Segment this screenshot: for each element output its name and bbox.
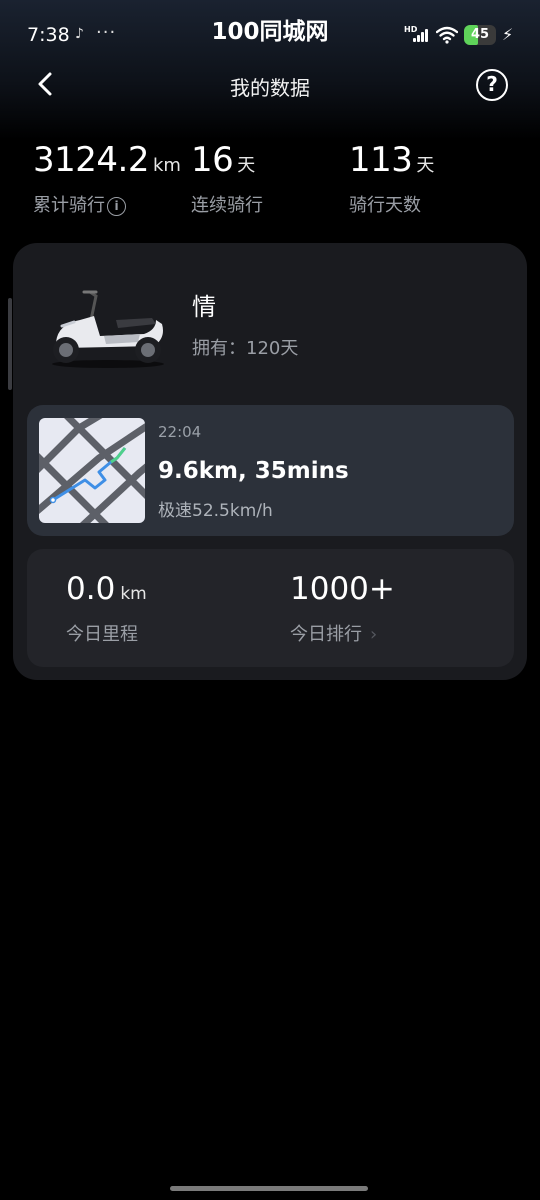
- stat-unit: 天: [237, 155, 256, 176]
- stat-total-distance: 3124.2 km 累计骑行 i: [33, 140, 181, 216]
- home-indicator[interactable]: [170, 1186, 368, 1191]
- scooter-image[interactable]: [44, 286, 168, 370]
- battery-level: 45: [470, 27, 490, 42]
- signal-icon: [411, 28, 429, 42]
- today-stats-card: 0.0 km 今日里程 1000+ 今日排行 ›: [27, 549, 514, 667]
- vehicle-owned-days: 拥有：120天: [192, 338, 299, 359]
- stat-riding-days: 113 天 骑行天数: [349, 140, 435, 216]
- vehicle-name: 情: [192, 293, 216, 321]
- watermark: 100同城网: [211, 19, 329, 45]
- today-distance-label: 今日里程: [66, 624, 138, 645]
- today-distance-value: 0.0: [66, 571, 116, 607]
- today-rank-link[interactable]: 今日排行 ›: [290, 620, 377, 646]
- charging-icon: ⚡: [502, 25, 514, 44]
- wifi-icon: [436, 26, 458, 44]
- help-icon[interactable]: ?: [476, 69, 508, 101]
- today-rank-label: 今日排行: [290, 624, 362, 645]
- today-rank-value[interactable]: 1000+: [290, 571, 395, 607]
- stat-streak-days: 16 天 连续骑行: [191, 140, 263, 216]
- today-distance: 0.0 km: [66, 571, 147, 607]
- stat-unit: km: [152, 155, 181, 176]
- stat-value: 16: [191, 140, 234, 180]
- today-distance-unit: km: [120, 584, 147, 604]
- stat-value: 113: [349, 140, 413, 180]
- edge-handle[interactable]: [8, 298, 12, 390]
- stat-value: 3124.2: [33, 140, 149, 180]
- stat-label: 骑行天数: [349, 195, 421, 216]
- battery-icon: 45: [464, 25, 496, 45]
- stat-unit: 天: [416, 155, 435, 176]
- trip-summary: 9.6km, 35mins: [158, 458, 349, 484]
- chevron-right-icon: ›: [370, 624, 378, 645]
- trip-time: 22:04: [158, 423, 202, 441]
- route-map: [39, 418, 145, 523]
- trip-card[interactable]: 22:04 9.6km, 35mins 极速52.5km/h: [27, 405, 514, 536]
- stat-label: 连续骑行: [191, 195, 263, 216]
- status-bar: 7:38 ♪ ··· 100同城网 HD 45 ⚡: [0, 0, 540, 64]
- stat-label: 累计骑行 i: [33, 191, 126, 217]
- page-title: 我的数据: [230, 76, 310, 100]
- stat-label-text: 累计骑行: [33, 195, 105, 216]
- trip-top-speed: 极速52.5km/h: [158, 501, 273, 521]
- info-icon[interactable]: i: [107, 197, 126, 216]
